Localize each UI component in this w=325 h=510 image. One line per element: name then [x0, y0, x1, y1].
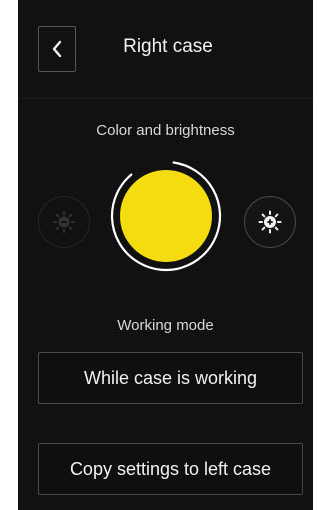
selected-color-swatch [120, 170, 212, 262]
brightness-increase-icon [258, 210, 282, 234]
brightness-decrease-icon [53, 211, 75, 233]
increase-brightness-button[interactable] [244, 196, 296, 248]
color-picker-dial[interactable] [110, 160, 222, 272]
working-mode-selector[interactable]: While case is working [38, 352, 303, 404]
decrease-brightness-button[interactable] [38, 196, 90, 248]
working-mode-label: Working mode [117, 317, 214, 334]
color-ring [110, 161, 222, 272]
copy-settings-button[interactable]: Copy settings to left case [38, 443, 303, 495]
chevron-left-icon [52, 40, 62, 58]
page-title: Right case [123, 36, 213, 57]
color-brightness-label: Color and brightness [96, 122, 235, 139]
header-bar: Right case [18, 0, 313, 99]
back-button[interactable] [38, 26, 76, 72]
settings-screen: Right case Color and brightness Working … [18, 0, 313, 510]
